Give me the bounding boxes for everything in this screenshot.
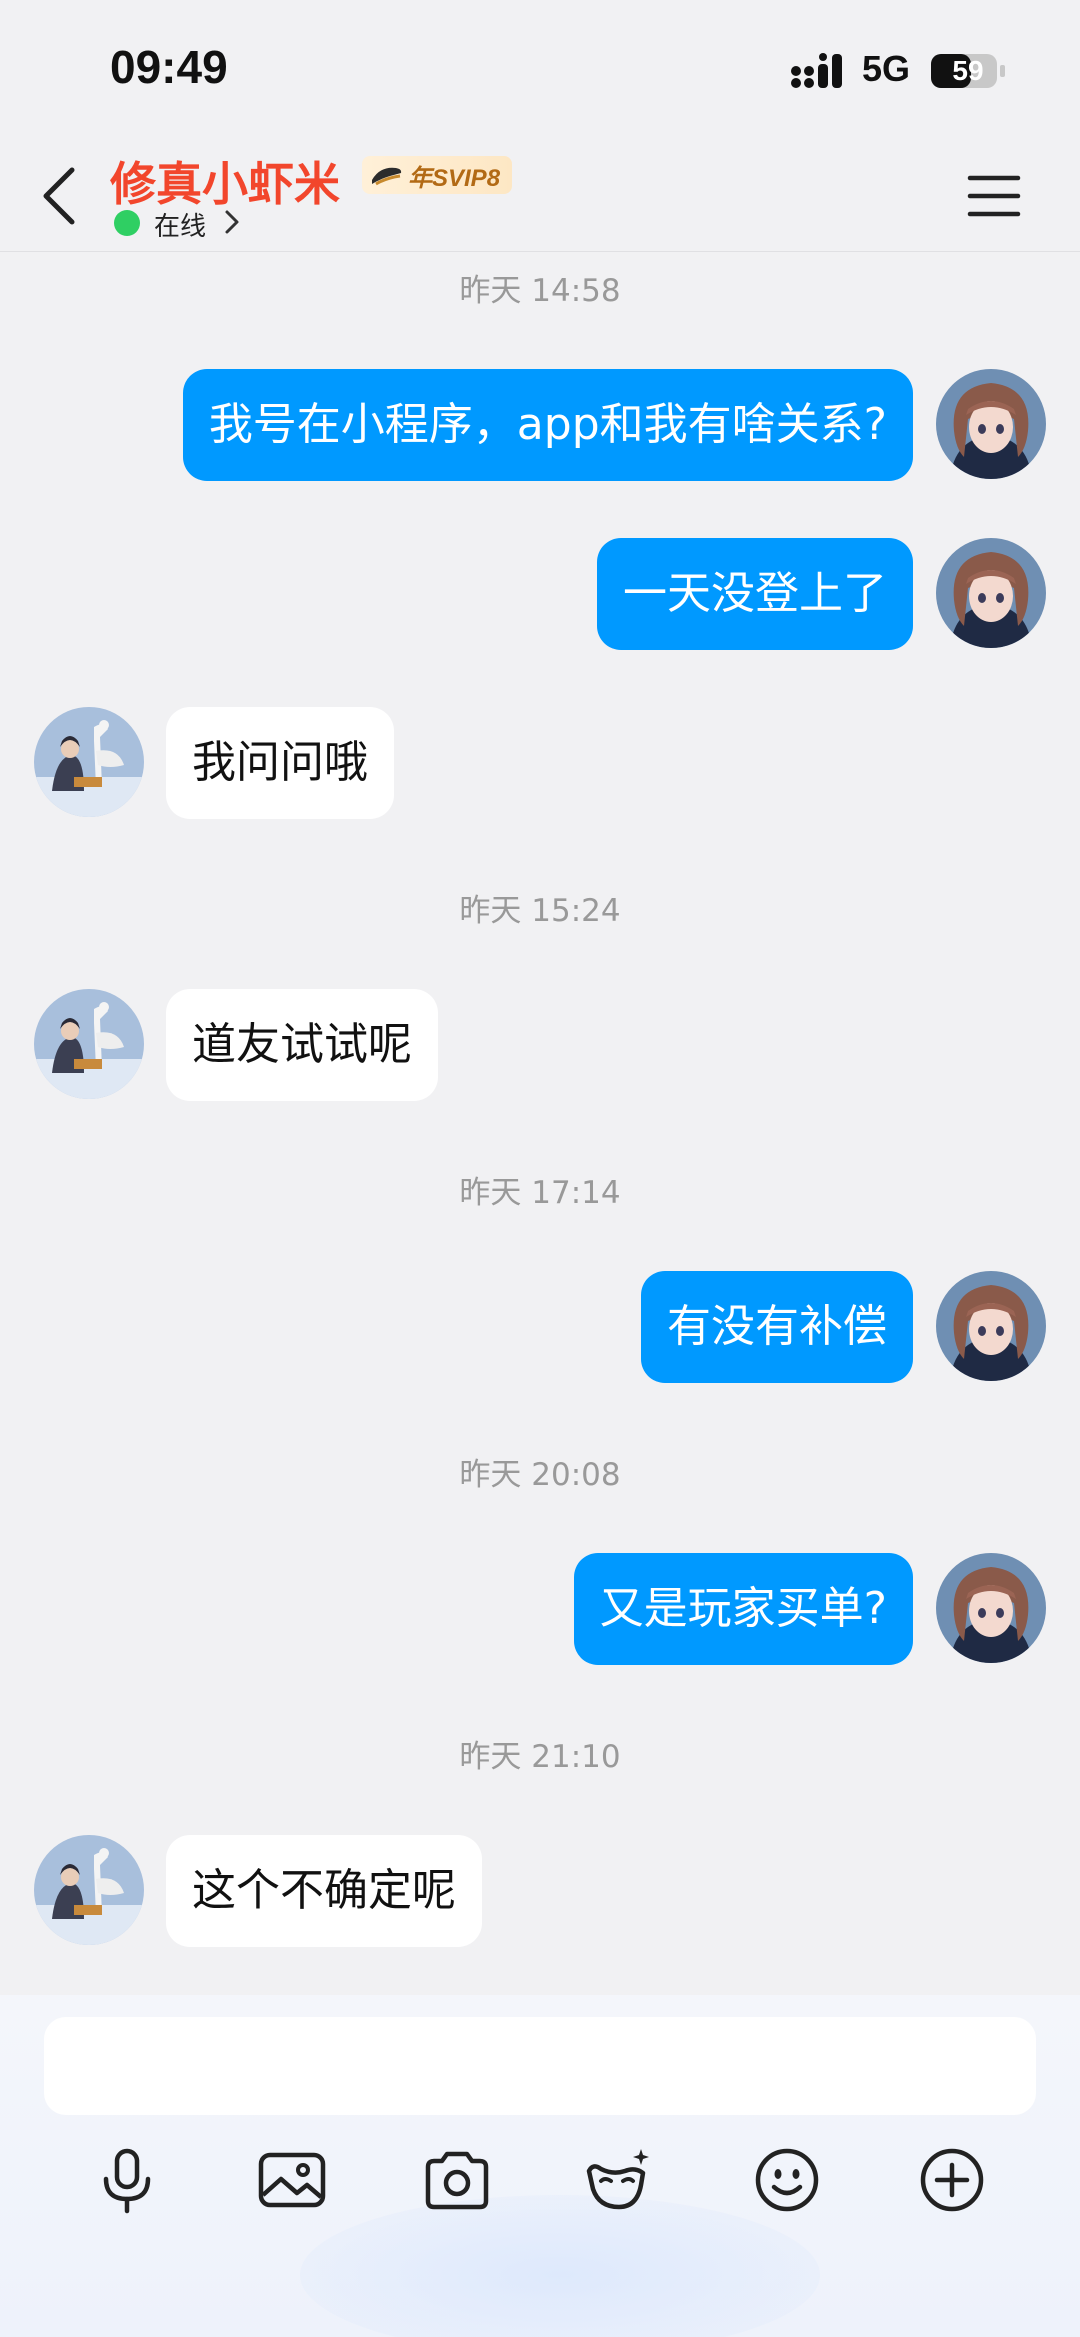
outgoing-message[interactable]: 有没有补偿 [641,1271,913,1383]
signal-icon [791,53,842,88]
incoming-message[interactable]: 这个不确定呢 [166,1835,482,1947]
microphone-icon[interactable] [92,2145,162,2215]
outgoing-message[interactable]: 一天没登上了 [597,538,913,650]
contact-avatar-image [34,707,144,817]
message-timestamp: 昨天 15:24 [459,893,621,929]
contact-name[interactable]: 修真小虾米 [110,148,340,214]
my-avatar[interactable] [936,1553,1046,1663]
contact-avatar-image [34,989,144,1099]
chat-header: 修真小虾米 年SVIP8 在线 [0,140,1080,252]
chevron-right-icon[interactable] [222,208,242,236]
incoming-message[interactable]: 道友试试呢 [166,989,438,1101]
my-avatar[interactable] [936,369,1046,479]
menu-icon[interactable] [966,168,1022,224]
status-bar: 09:49 5G 59 [0,0,1080,140]
contact-avatar[interactable] [34,707,144,817]
face-effect-icon[interactable] [583,2145,653,2215]
contact-avatar[interactable] [34,1835,144,1945]
online-indicator [114,210,140,236]
image-icon[interactable] [257,2145,327,2215]
outgoing-message[interactable]: 又是玩家买单? [573,1553,913,1665]
my-avatar[interactable] [936,538,1046,648]
message-timestamp: 昨天 14:58 [459,273,621,309]
user-avatar-image [936,1553,1046,1663]
incoming-message[interactable]: 我问问哦 [166,707,394,819]
message-timestamp: 昨天 21:10 [459,1739,621,1775]
online-status[interactable]: 在线 [154,206,206,243]
message-timestamp: 昨天 20:08 [459,1457,621,1493]
camera-icon[interactable] [422,2145,492,2215]
outgoing-message[interactable]: 我号在小程序，app和我有啥关系? [182,369,913,481]
network-type: 5G [862,48,911,89]
message-input[interactable] [44,2017,1036,2115]
back-arrow-icon[interactable] [30,160,90,230]
vip-badge[interactable]: 年SVIP8 [362,156,513,194]
status-time: 09:49 [110,41,228,93]
user-avatar-image [936,538,1046,648]
add-icon[interactable] [917,2145,987,2215]
user-avatar-image [936,369,1046,479]
user-avatar-image [936,1271,1046,1381]
battery-level: 59 [952,55,984,86]
my-avatar[interactable] [936,1271,1046,1381]
emoji-icon[interactable] [752,2145,822,2215]
message-composer [0,1995,1080,2337]
chat-screen: 09:49 5G 59 修真小虾米 年SVIP8 在线 昨天 14:58 我号在… [0,0,1080,2337]
vip-hat-icon [372,167,402,186]
vip-label: 年SVIP8 [408,164,501,192]
contact-avatar-image [34,1835,144,1945]
contact-avatar[interactable] [34,989,144,1099]
message-timestamp: 昨天 17:14 [459,1175,621,1211]
background-glow [300,2195,820,2337]
